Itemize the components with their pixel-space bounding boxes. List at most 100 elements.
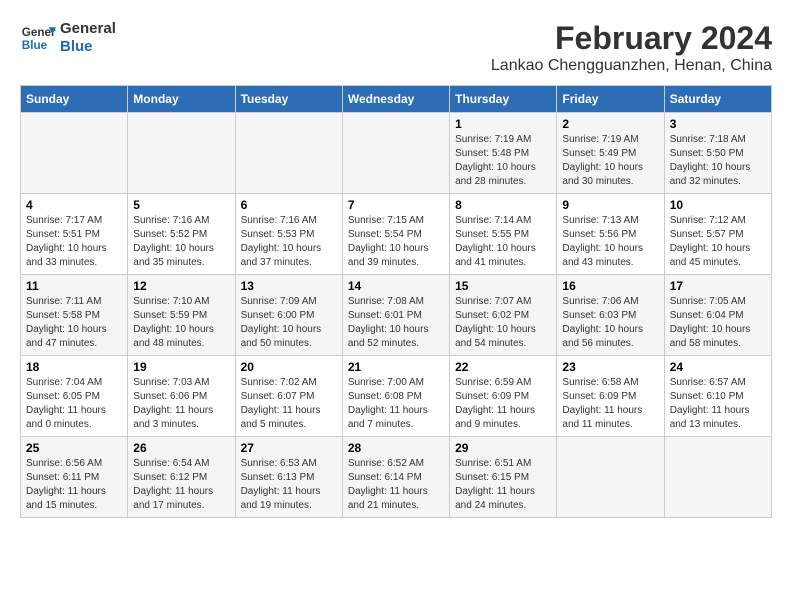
title-block: February 2024 Lankao Chengguanzhen, Hena… <box>491 20 772 75</box>
header-monday: Monday <box>128 86 235 113</box>
calendar-cell: 1 Sunrise: 7:19 AMSunset: 5:48 PMDaylight… <box>450 113 557 194</box>
day-info: Sunrise: 6:51 AMSunset: 6:15 PMDaylight:… <box>455 457 551 513</box>
calendar-cell: 8Sunrise: 7:14 AMSunset: 5:55 PMDaylight… <box>450 194 557 275</box>
logo: General Blue General Blue <box>20 20 116 56</box>
calendar-cell: 16 Sunrise: 7:06 AMSunset: 6:03 PMDayligh… <box>557 275 664 356</box>
calendar-cell <box>664 437 771 518</box>
day-info: Sunrise: 7:18 AMSunset: 5:50 PMDaylight:… <box>670 133 766 189</box>
day-info: Sunrise: 7:19 AMSunset: 5:49 PMDaylight:… <box>562 133 658 189</box>
calendar-cell: 29 Sunrise: 6:51 AMSunset: 6:15 PMDayligh… <box>450 437 557 518</box>
day-info: Sunrise: 7:16 AMSunset: 5:53 PMDaylight:… <box>241 214 337 270</box>
calendar-cell <box>21 113 128 194</box>
day-number: 25 <box>26 441 122 455</box>
calendar-cell <box>557 437 664 518</box>
day-info: Sunrise: 7:08 AMSunset: 6:01 PMDaylight:… <box>348 295 444 351</box>
day-number: 28 <box>348 441 444 455</box>
calendar-cell: 24 Sunrise: 6:57 AMSunset: 6:10 PMDayligh… <box>664 356 771 437</box>
day-info: Sunrise: 7:06 AMSunset: 6:03 PMDaylight:… <box>562 295 658 351</box>
day-info: Sunrise: 7:05 AMSunset: 6:04 PMDaylight:… <box>670 295 766 351</box>
calendar-cell: 17 Sunrise: 7:05 AMSunset: 6:04 PMDayligh… <box>664 275 771 356</box>
day-number: 17 <box>670 279 766 293</box>
calendar-cell: 28 Sunrise: 6:52 AMSunset: 6:14 PMDayligh… <box>342 437 449 518</box>
day-number: 18 <box>26 360 122 374</box>
day-number: 20 <box>241 360 337 374</box>
calendar-cell: 22 Sunrise: 6:59 AMSunset: 6:09 PMDayligh… <box>450 356 557 437</box>
day-number: 3 <box>670 117 766 131</box>
day-number: 24 <box>670 360 766 374</box>
day-number: 2 <box>562 117 658 131</box>
calendar-cell: 3 Sunrise: 7:18 AMSunset: 5:50 PMDaylight… <box>664 113 771 194</box>
header-friday: Friday <box>557 86 664 113</box>
calendar-cell: 23Sunrise: 6:58 AMSunset: 6:09 PMDayligh… <box>557 356 664 437</box>
calendar-cell: 5 Sunrise: 7:16 AMSunset: 5:52 PMDaylight… <box>128 194 235 275</box>
day-number: 5 <box>133 198 229 212</box>
calendar-cell <box>235 113 342 194</box>
header-sunday: Sunday <box>21 86 128 113</box>
svg-text:Blue: Blue <box>22 39 48 52</box>
day-number: 9 <box>562 198 658 212</box>
calendar-cell: 27Sunrise: 6:53 AMSunset: 6:13 PMDayligh… <box>235 437 342 518</box>
calendar-cell: 9Sunrise: 7:13 AMSunset: 5:56 PMDaylight… <box>557 194 664 275</box>
day-number: 15 <box>455 279 551 293</box>
day-number: 13 <box>241 279 337 293</box>
calendar-cell: 21 Sunrise: 7:00 AMSunset: 6:08 PMDayligh… <box>342 356 449 437</box>
logo-icon: General Blue <box>20 20 56 56</box>
day-info: Sunrise: 7:03 AMSunset: 6:06 PMDaylight:… <box>133 376 229 432</box>
page-header: General Blue General Blue February 2024 … <box>20 20 772 75</box>
day-info: Sunrise: 7:19 AMSunset: 5:48 PMDaylight:… <box>455 133 551 189</box>
calendar-cell: 18 Sunrise: 7:04 AMSunset: 6:05 PMDayligh… <box>21 356 128 437</box>
day-number: 10 <box>670 198 766 212</box>
day-number: 16 <box>562 279 658 293</box>
day-info: Sunrise: 7:14 AMSunset: 5:55 PMDaylight:… <box>455 214 551 270</box>
calendar-cell: 7 Sunrise: 7:15 AMSunset: 5:54 PMDaylight… <box>342 194 449 275</box>
day-number: 12 <box>133 279 229 293</box>
calendar-cell: 13Sunrise: 7:09 AMSunset: 6:00 PMDayligh… <box>235 275 342 356</box>
calendar-cell: 4 Sunrise: 7:17 AMSunset: 5:51 PMDaylight… <box>21 194 128 275</box>
day-number: 1 <box>455 117 551 131</box>
calendar-cell: 26Sunrise: 6:54 AMSunset: 6:12 PMDayligh… <box>128 437 235 518</box>
day-number: 29 <box>455 441 551 455</box>
header-row: SundayMondayTuesdayWednesdayThursdayFrid… <box>21 86 772 113</box>
day-info: Sunrise: 7:15 AMSunset: 5:54 PMDaylight:… <box>348 214 444 270</box>
calendar-cell: 2 Sunrise: 7:19 AMSunset: 5:49 PMDaylight… <box>557 113 664 194</box>
week-row-5: 25Sunrise: 6:56 AMSunset: 6:11 PMDayligh… <box>21 437 772 518</box>
day-info: Sunrise: 7:00 AMSunset: 6:08 PMDaylight:… <box>348 376 444 432</box>
day-number: 14 <box>348 279 444 293</box>
calendar-cell: 25Sunrise: 6:56 AMSunset: 6:11 PMDayligh… <box>21 437 128 518</box>
day-info: Sunrise: 7:04 AMSunset: 6:05 PMDaylight:… <box>26 376 122 432</box>
calendar-cell <box>128 113 235 194</box>
day-info: Sunrise: 6:54 AMSunset: 6:12 PMDaylight:… <box>133 457 229 513</box>
day-number: 4 <box>26 198 122 212</box>
day-info: Sunrise: 6:57 AMSunset: 6:10 PMDaylight:… <box>670 376 766 432</box>
day-info: Sunrise: 7:16 AMSunset: 5:52 PMDaylight:… <box>133 214 229 270</box>
day-number: 23 <box>562 360 658 374</box>
day-number: 21 <box>348 360 444 374</box>
day-number: 7 <box>348 198 444 212</box>
calendar-cell: 19 Sunrise: 7:03 AMSunset: 6:06 PMDayligh… <box>128 356 235 437</box>
subtitle: Lankao Chengguanzhen, Henan, China <box>491 57 772 75</box>
week-row-4: 18 Sunrise: 7:04 AMSunset: 6:05 PMDayligh… <box>21 356 772 437</box>
day-info: Sunrise: 6:59 AMSunset: 6:09 PMDaylight:… <box>455 376 551 432</box>
day-number: 6 <box>241 198 337 212</box>
calendar-cell: 10 Sunrise: 7:12 AMSunset: 5:57 PMDayligh… <box>664 194 771 275</box>
logo-text-general: General <box>60 20 116 38</box>
main-title: February 2024 <box>491 20 772 57</box>
day-number: 27 <box>241 441 337 455</box>
week-row-2: 4 Sunrise: 7:17 AMSunset: 5:51 PMDaylight… <box>21 194 772 275</box>
day-info: Sunrise: 7:11 AMSunset: 5:58 PMDaylight:… <box>26 295 122 351</box>
day-info: Sunrise: 7:17 AMSunset: 5:51 PMDaylight:… <box>26 214 122 270</box>
calendar-cell: 11Sunrise: 7:11 AMSunset: 5:58 PMDayligh… <box>21 275 128 356</box>
calendar-cell: 12 Sunrise: 7:10 AMSunset: 5:59 PMDayligh… <box>128 275 235 356</box>
calendar-table: SundayMondayTuesdayWednesdayThursdayFrid… <box>20 85 772 518</box>
day-number: 22 <box>455 360 551 374</box>
week-row-3: 11Sunrise: 7:11 AMSunset: 5:58 PMDayligh… <box>21 275 772 356</box>
day-info: Sunrise: 6:52 AMSunset: 6:14 PMDaylight:… <box>348 457 444 513</box>
header-thursday: Thursday <box>450 86 557 113</box>
day-number: 19 <box>133 360 229 374</box>
day-info: Sunrise: 7:02 AMSunset: 6:07 PMDaylight:… <box>241 376 337 432</box>
week-row-1: 1 Sunrise: 7:19 AMSunset: 5:48 PMDaylight… <box>21 113 772 194</box>
day-info: Sunrise: 7:12 AMSunset: 5:57 PMDaylight:… <box>670 214 766 270</box>
calendar-cell <box>342 113 449 194</box>
calendar-cell: 6 Sunrise: 7:16 AMSunset: 5:53 PMDaylight… <box>235 194 342 275</box>
day-info: Sunrise: 7:10 AMSunset: 5:59 PMDaylight:… <box>133 295 229 351</box>
